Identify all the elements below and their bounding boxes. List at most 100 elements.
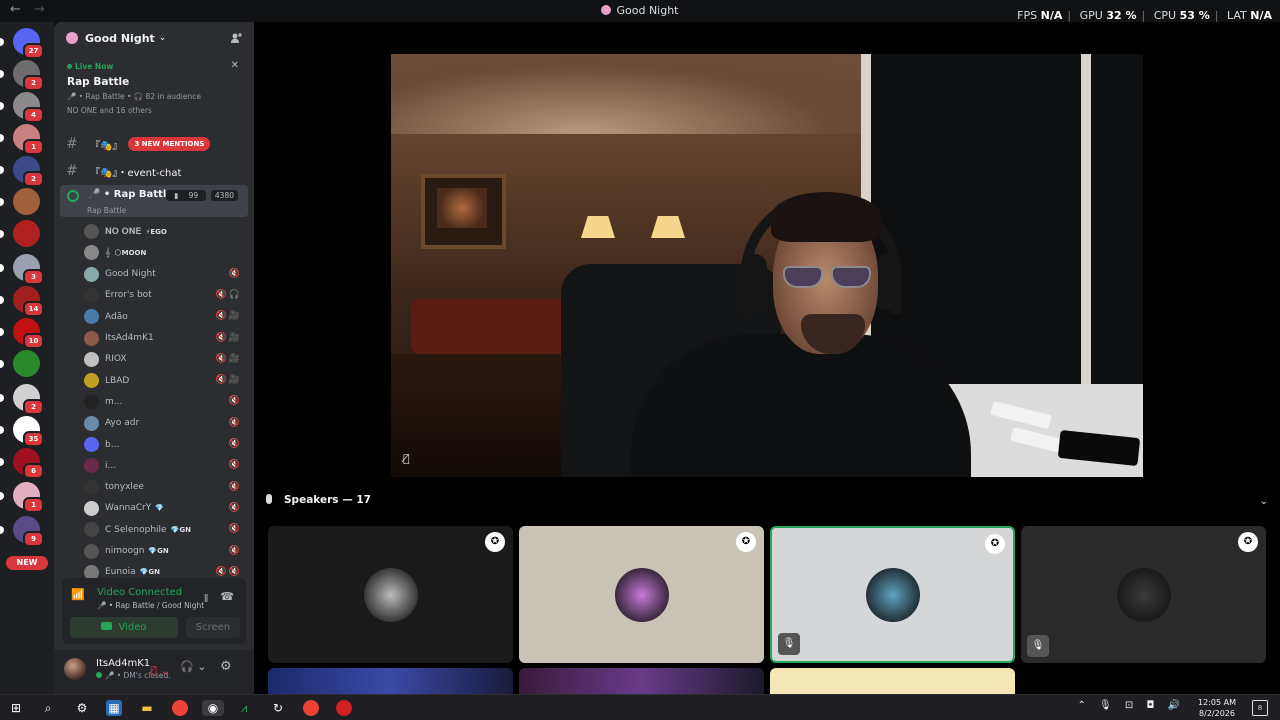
search-icon[interactable]: ⌕ xyxy=(40,700,56,716)
video-button[interactable]: Video xyxy=(70,617,178,638)
discord-icon[interactable]: ◉ xyxy=(202,700,224,716)
voice-status-icons: 🔇 xyxy=(228,396,242,407)
server-icon[interactable] xyxy=(0,188,40,215)
avatar xyxy=(84,500,99,516)
server-icon[interactable]: 27 xyxy=(0,28,44,59)
server-name: Good Night xyxy=(85,31,155,45)
avatar xyxy=(84,479,99,495)
voice-user[interactable]: 𝐍𝐎 𝐎𝐍𝐄 ⚡EGO xyxy=(84,221,244,242)
voice-user-name: ItsAd4mK1 xyxy=(105,333,154,343)
unread-pip xyxy=(0,166,4,174)
participant-tile-partial[interactable] xyxy=(770,668,1015,694)
store-icon[interactable]: ▦ xyxy=(106,700,122,716)
voice-status-icons: 🔇🎧 xyxy=(215,289,242,300)
channel-mentions[interactable]: # 『🎭』 3 NEW MENTIONS xyxy=(62,133,246,155)
server-icon[interactable]: 35 xyxy=(0,416,44,447)
unread-pip xyxy=(0,198,4,206)
speaker-tile[interactable]: ✪ 🎙 xyxy=(770,526,1015,663)
new-unreads-pill[interactable]: NEW xyxy=(6,556,48,570)
server-icon[interactable] xyxy=(0,220,40,247)
voice-user-name: LBAD xyxy=(105,375,130,386)
server-icon[interactable]: 3 xyxy=(0,254,44,285)
server-icon[interactable]: 2 xyxy=(0,60,44,91)
server-icon[interactable] xyxy=(0,350,40,377)
server-header[interactable]: Good Night ⌄ xyxy=(54,22,254,54)
channel-event-chat[interactable]: # 『🎭』・event-chat xyxy=(62,160,246,182)
voice-user[interactable]: Ayo adr 🔇 xyxy=(84,413,244,434)
notification-icon[interactable]: 8 xyxy=(1252,700,1268,716)
voice-user[interactable]: i... 🔇 xyxy=(84,455,244,476)
avatar[interactable] xyxy=(64,658,86,680)
title-bar: ← → Good Night FPS N/A | GPU 32 % | CPU 53… xyxy=(0,0,1280,22)
clock[interactable]: 12:05 AM 8/2/2026 xyxy=(1194,697,1240,719)
voice-channel-rap-battle[interactable]: 🎤 • Rap Battle Rap Battle ▮ 99 4380 xyxy=(60,185,248,217)
app-icon[interactable]: ↻ xyxy=(270,700,286,716)
voice-user[interactable]: b... 🔇 xyxy=(84,434,244,455)
server-icon[interactable]: 9 xyxy=(0,516,44,547)
voice-user[interactable]: C Selenophile 💎GN 🔇 xyxy=(84,519,244,540)
gear-icon[interactable]: ⚙ xyxy=(220,659,232,674)
server-icon[interactable]: 2 xyxy=(0,156,44,187)
live-now-card[interactable]: Live Now ✕ Rap Battle 🎤 • Rap Battle • 🎧… xyxy=(62,58,246,124)
unread-pip xyxy=(0,134,4,142)
avatar xyxy=(363,567,418,622)
mentions-badge[interactable]: 3 NEW MENTIONS xyxy=(128,137,211,151)
close-icon[interactable]: ✕ xyxy=(231,60,239,71)
mention-badge: 6 xyxy=(23,463,44,479)
voice-user-name: WannaCrY xyxy=(105,503,152,514)
server-icon[interactable]: 1 xyxy=(0,482,44,513)
voice-user[interactable]: tonyxlee 🔇 xyxy=(84,477,244,498)
voice-user[interactable]: Adão 🔇🎥 xyxy=(84,306,244,327)
system-tray[interactable]: ⌃ 🎙 ⊡ ◘ 🔊 xyxy=(1077,700,1185,711)
chrome-icon[interactable] xyxy=(172,700,188,716)
participant-tile-partial[interactable] xyxy=(519,668,764,694)
chevron-down-icon[interactable]: ⌄ xyxy=(1260,496,1268,507)
user-tag: 💎 xyxy=(155,504,164,513)
speaker-tile[interactable]: ✪ xyxy=(519,526,764,663)
server-icon[interactable]: 2 xyxy=(0,384,44,415)
settings-icon[interactable]: ⚙ xyxy=(74,700,90,716)
voice-user[interactable]: 𝄞 🌕MOON xyxy=(84,242,244,263)
voice-user[interactable]: m... 🔇 xyxy=(84,391,244,412)
voice-user[interactable]: ItsAd4mK1 🔇🎥 xyxy=(84,328,244,349)
video-stream[interactable]: 🎙̸ xyxy=(391,54,1143,477)
chevron-down-icon: ⌄ xyxy=(158,33,167,43)
headphones-icon[interactable]: 🎧 ⌄ xyxy=(180,660,206,673)
folder-icon[interactable]: ▬ xyxy=(139,700,155,716)
server-icon[interactable]: 4 xyxy=(0,92,44,123)
server-icon[interactable]: 1 xyxy=(0,124,44,155)
server-icon[interactable]: 14 xyxy=(0,286,44,317)
server-icon[interactable]: 10 xyxy=(0,318,44,349)
signal-icon[interactable]: 📶 xyxy=(71,588,86,603)
voice-user[interactable]: WannaCrY 💎 🔇 xyxy=(84,498,244,519)
screen-share-button[interactable]: Screen xyxy=(186,617,240,638)
participant-tile-partial[interactable] xyxy=(268,668,513,694)
avatar xyxy=(865,567,920,622)
nvidia-icon[interactable]: ⩘ xyxy=(236,700,252,716)
app-icon[interactable] xyxy=(336,700,352,716)
speaker-tile[interactable]: ✪ xyxy=(268,526,513,663)
mic-off-icon: 🎙̸ xyxy=(403,452,410,465)
chrome-icon[interactable] xyxy=(303,700,319,716)
voice-user[interactable]: RIOX 🔇🎥 xyxy=(84,349,244,370)
speaker-tile[interactable]: ✪ 🎙 xyxy=(1021,526,1266,663)
voice-user-name: b... xyxy=(105,439,120,450)
soundboard-icon[interactable]: 𝍪 xyxy=(204,590,208,609)
add-member-icon[interactable] xyxy=(230,32,242,44)
unread-pip xyxy=(0,102,4,110)
disconnect-icon[interactable]: ☎ xyxy=(220,590,234,603)
voice-user[interactable]: LBAD 🔇🎥 xyxy=(84,370,244,391)
speakers-header[interactable]: Speakers — 17 xyxy=(266,494,371,506)
voice-status-icons: 🔇 xyxy=(228,545,242,556)
windows-start-icon[interactable]: ⊞ xyxy=(8,700,24,716)
voice-status-icons: 🔇 xyxy=(228,524,242,535)
mic-muted-icon[interactable]: 🎙̸ ⌄ xyxy=(142,660,178,682)
voice-user[interactable]: Error's bot 🔇🎧 xyxy=(84,285,244,306)
connection-channel[interactable]: 🎤 • Rap Battle / Good Night xyxy=(97,601,204,610)
voice-user-name: Adão xyxy=(105,311,128,322)
server-icon[interactable]: 6 xyxy=(0,448,44,479)
unread-pip xyxy=(0,328,4,336)
unread-pip xyxy=(0,264,4,272)
voice-user[interactable]: Good Night 🔇 xyxy=(84,264,244,285)
voice-user[interactable]: nimoogn 💎GN 🔇 xyxy=(84,541,244,562)
